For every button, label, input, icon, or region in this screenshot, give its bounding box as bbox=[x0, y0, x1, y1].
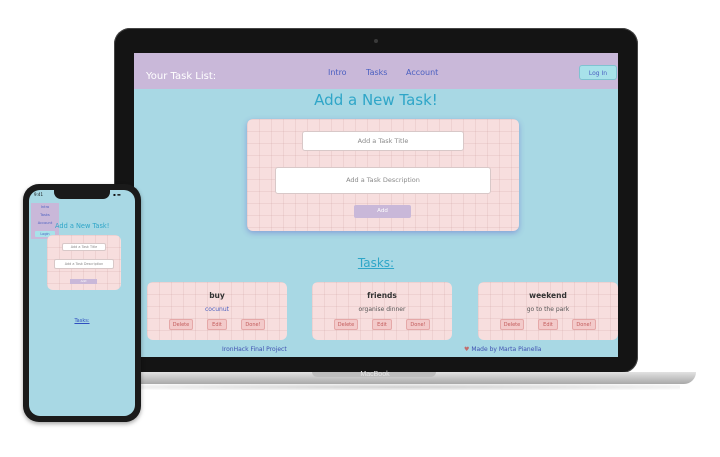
task-card: friends organise dinner Delete Edit Done… bbox=[312, 282, 452, 340]
edit-button[interactable]: Edit bbox=[538, 319, 558, 330]
laptop-screen: Your Task List: Intro Tasks Account Log … bbox=[134, 53, 618, 357]
phone-add-task-form: Add a Task Title Add a Task Description … bbox=[47, 235, 121, 290]
footer-credit-text: Made by Marta Pianella bbox=[471, 346, 542, 353]
done-button[interactable]: Done! bbox=[241, 319, 265, 330]
delete-button[interactable]: Delete bbox=[169, 319, 193, 330]
page-title: Add a New Task! bbox=[314, 91, 438, 109]
login-button[interactable]: Log In bbox=[579, 65, 617, 80]
phone-add-button[interactable]: Add bbox=[70, 279, 97, 284]
nav-link-intro[interactable]: Intro bbox=[328, 68, 347, 77]
task-description: organise dinner bbox=[358, 306, 406, 313]
phone-task-description-input[interactable]: Add a Task Description bbox=[54, 259, 114, 269]
add-task-button[interactable]: Add bbox=[354, 205, 411, 218]
heart-icon: ♥ bbox=[464, 346, 470, 353]
task-title: friends bbox=[367, 291, 397, 300]
done-button[interactable]: Done! bbox=[406, 319, 430, 330]
edit-button[interactable]: Edit bbox=[207, 319, 227, 330]
phone-nav-intro[interactable]: Intro bbox=[31, 205, 59, 209]
phone-tasks-heading[interactable]: Tasks: bbox=[29, 318, 135, 324]
tasks-heading[interactable]: Tasks: bbox=[134, 256, 618, 270]
nav-title: Your Task List: bbox=[146, 71, 217, 82]
laptop-shadow bbox=[120, 384, 680, 390]
brand-label: MacBook bbox=[360, 371, 390, 378]
footer-credit: ♥ Made by Marta Pianella bbox=[464, 346, 541, 353]
task-card: weekend go to the park Delete Edit Done! bbox=[478, 282, 618, 340]
nav-link-tasks[interactable]: Tasks bbox=[366, 68, 387, 77]
footer: IronHack Final Project ♥ Made by Marta P… bbox=[134, 345, 618, 357]
phone-screen: 9:41 ▪ ▬ Intro Tasks Account Login Add a… bbox=[29, 190, 135, 416]
phone-page-title: Add a New Task! bbox=[55, 222, 110, 230]
task-description: cocunut bbox=[204, 306, 230, 313]
edit-button[interactable]: Edit bbox=[372, 319, 392, 330]
task-title-input[interactable]: Add a Task Title bbox=[302, 131, 464, 151]
task-card: buy cocunut Delete Edit Done! bbox=[147, 282, 287, 340]
camera-icon bbox=[374, 39, 378, 43]
add-task-form: Add a Task Title Add a Task Description … bbox=[247, 119, 519, 231]
top-nav: Your Task List: Intro Tasks Account Log … bbox=[134, 53, 618, 89]
phone-notch bbox=[54, 190, 110, 199]
footer-project-label: IronHack Final Project bbox=[222, 346, 287, 353]
task-description-input[interactable]: Add a Task Description bbox=[275, 167, 491, 194]
delete-button[interactable]: Delete bbox=[500, 319, 524, 330]
phone-nav-tasks[interactable]: Tasks bbox=[31, 213, 59, 217]
task-title: buy bbox=[209, 291, 225, 300]
task-title: weekend bbox=[529, 291, 567, 300]
battery-icon: ▪ ▬ bbox=[113, 192, 121, 197]
done-button[interactable]: Done! bbox=[572, 319, 596, 330]
task-description: go to the park bbox=[526, 306, 570, 313]
status-time: 9:41 bbox=[34, 192, 43, 197]
nav-link-account[interactable]: Account bbox=[406, 68, 438, 77]
phone-menu: Intro Tasks Account Login bbox=[31, 203, 59, 239]
phone-task-title-input[interactable]: Add a Task Title bbox=[62, 243, 106, 251]
delete-button[interactable]: Delete bbox=[334, 319, 358, 330]
